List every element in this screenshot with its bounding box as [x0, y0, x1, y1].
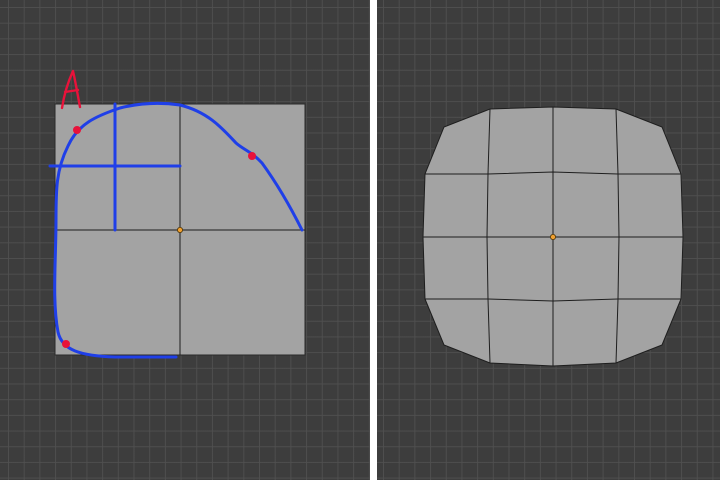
origin-pivot-dot[interactable] [550, 233, 557, 240]
left-viewport-canvas: A [48, 69, 306, 359]
origin-pivot-dot[interactable] [176, 226, 183, 233]
right-viewport[interactable] [377, 0, 720, 480]
right-viewport-canvas [422, 106, 684, 367]
annotation-point-top-right [248, 152, 256, 160]
annotation-point-bottom-left [62, 340, 70, 348]
screenshot-composite: A [0, 0, 720, 480]
annotation-label-glyph [60, 69, 82, 110]
panel-divider [370, 0, 377, 480]
annotation-point-top-left [73, 126, 81, 134]
left-viewport[interactable]: A [0, 0, 370, 480]
